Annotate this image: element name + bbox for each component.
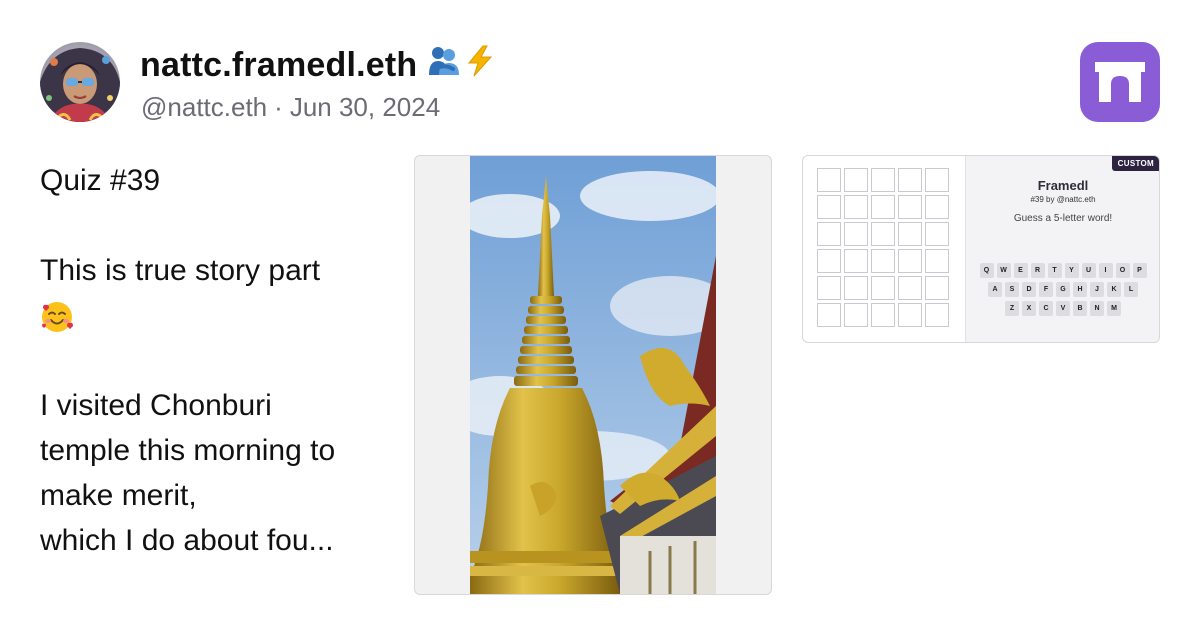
grid-cell <box>925 276 949 300</box>
key-j[interactable]: J <box>1090 282 1104 297</box>
grid-cell <box>817 303 841 327</box>
grid-cell <box>817 249 841 273</box>
grid-cell <box>871 276 895 300</box>
avatar-image <box>40 42 120 122</box>
people-hugging-icon <box>427 44 461 87</box>
post-line: Quiz #39 <box>40 164 161 197</box>
post-blank-line <box>40 203 400 248</box>
key-g[interactable]: G <box>1056 282 1070 297</box>
post-line: make merit, <box>40 479 197 512</box>
key-n[interactable]: N <box>1090 301 1104 316</box>
grid-cell <box>817 168 841 192</box>
grid-cell <box>898 303 922 327</box>
grid-cell <box>898 195 922 219</box>
smiling-face-with-hearts-icon <box>40 293 400 338</box>
post-date[interactable]: Jun 30, 2024 <box>290 92 440 122</box>
key-t[interactable]: T <box>1047 263 1062 278</box>
post-text: Quiz #39 This is true story part I visit… <box>40 158 400 563</box>
grid-cell <box>925 195 949 219</box>
keyboard-row: ZXCVBNM <box>966 301 1159 316</box>
key-m[interactable]: M <box>1107 301 1121 316</box>
grid-cell <box>925 249 949 273</box>
frame-embed[interactable]: CUSTOM Framedl #39 by @nattc.eth Guess a… <box>802 155 1160 343</box>
photo-embed[interactable] <box>414 155 772 595</box>
golden-stupa-photo <box>470 156 716 594</box>
key-q[interactable]: Q <box>979 263 994 278</box>
key-d[interactable]: D <box>1022 282 1036 297</box>
key-h[interactable]: H <box>1073 282 1087 297</box>
key-y[interactable]: Y <box>1064 263 1079 278</box>
grid-cell <box>871 249 895 273</box>
lightning-icon <box>463 44 497 87</box>
grid-cell <box>871 303 895 327</box>
frame-title: Framedl <box>1037 178 1089 193</box>
grid-cell <box>817 195 841 219</box>
keyboard-row: QWERTYUIOP <box>966 263 1159 278</box>
key-l[interactable]: L <box>1124 282 1138 297</box>
key-b[interactable]: B <box>1073 301 1087 316</box>
post-blank-line <box>40 338 400 383</box>
key-z[interactable]: Z <box>1005 301 1019 316</box>
grid-cell <box>925 222 949 246</box>
grid-cell <box>898 168 922 192</box>
meta-separator: · <box>274 92 283 122</box>
key-c[interactable]: C <box>1039 301 1053 316</box>
frame-subtitle: #39 by @nattc.eth <box>1030 195 1096 204</box>
grid-cell <box>844 249 868 273</box>
key-o[interactable]: O <box>1115 263 1130 278</box>
post-line: This is true story part <box>40 254 321 287</box>
avatar[interactable] <box>40 42 120 122</box>
key-a[interactable]: A <box>988 282 1002 297</box>
display-name-text: nattc.framedl.eth <box>140 46 418 84</box>
grid-cell <box>844 168 868 192</box>
grid-cell <box>898 276 922 300</box>
grid-cell <box>844 195 868 219</box>
grid-cell <box>898 222 922 246</box>
grid-cell <box>871 222 895 246</box>
keyboard: QWERTYUIOP ASDFGHJKL ZXCVBNM <box>966 263 1159 320</box>
author-handle[interactable]: @nattc.eth <box>141 92 267 122</box>
key-e[interactable]: E <box>1013 263 1028 278</box>
grid-cell <box>844 303 868 327</box>
key-f[interactable]: F <box>1039 282 1053 297</box>
grid-cell <box>925 303 949 327</box>
key-p[interactable]: P <box>1132 263 1147 278</box>
post-line: temple this morning to <box>40 434 336 467</box>
grid-cell <box>871 195 895 219</box>
grid-cell <box>898 249 922 273</box>
author-meta: @nattc.eth · Jun 30, 2024 <box>141 92 440 123</box>
author-display-name[interactable]: nattc.framedl.eth <box>140 44 497 87</box>
post-line: I visited Chonburi <box>40 389 272 422</box>
key-s[interactable]: S <box>1005 282 1019 297</box>
frame-prompt: Guess a 5-letter word! <box>1013 213 1113 224</box>
custom-badge: CUSTOM <box>1111 156 1159 171</box>
grid-cell <box>817 276 841 300</box>
grid-cell <box>925 168 949 192</box>
keyboard-row: ASDFGHJKL <box>966 282 1159 297</box>
app-logo[interactable] <box>1080 42 1160 122</box>
key-x[interactable]: X <box>1022 301 1036 316</box>
grid-cell <box>817 222 841 246</box>
key-i[interactable]: I <box>1098 263 1113 278</box>
key-u[interactable]: U <box>1081 263 1096 278</box>
key-w[interactable]: W <box>996 263 1011 278</box>
grid-cell <box>844 276 868 300</box>
grid-cell <box>871 168 895 192</box>
key-k[interactable]: K <box>1107 282 1121 297</box>
frame-panel: CUSTOM Framedl #39 by @nattc.eth Guess a… <box>965 156 1159 342</box>
post-line: which I do about fou... <box>40 524 334 557</box>
arch-gate-icon <box>1095 62 1145 102</box>
key-r[interactable]: R <box>1030 263 1045 278</box>
word-grid <box>817 168 949 327</box>
grid-cell <box>844 222 868 246</box>
key-v[interactable]: V <box>1056 301 1070 316</box>
